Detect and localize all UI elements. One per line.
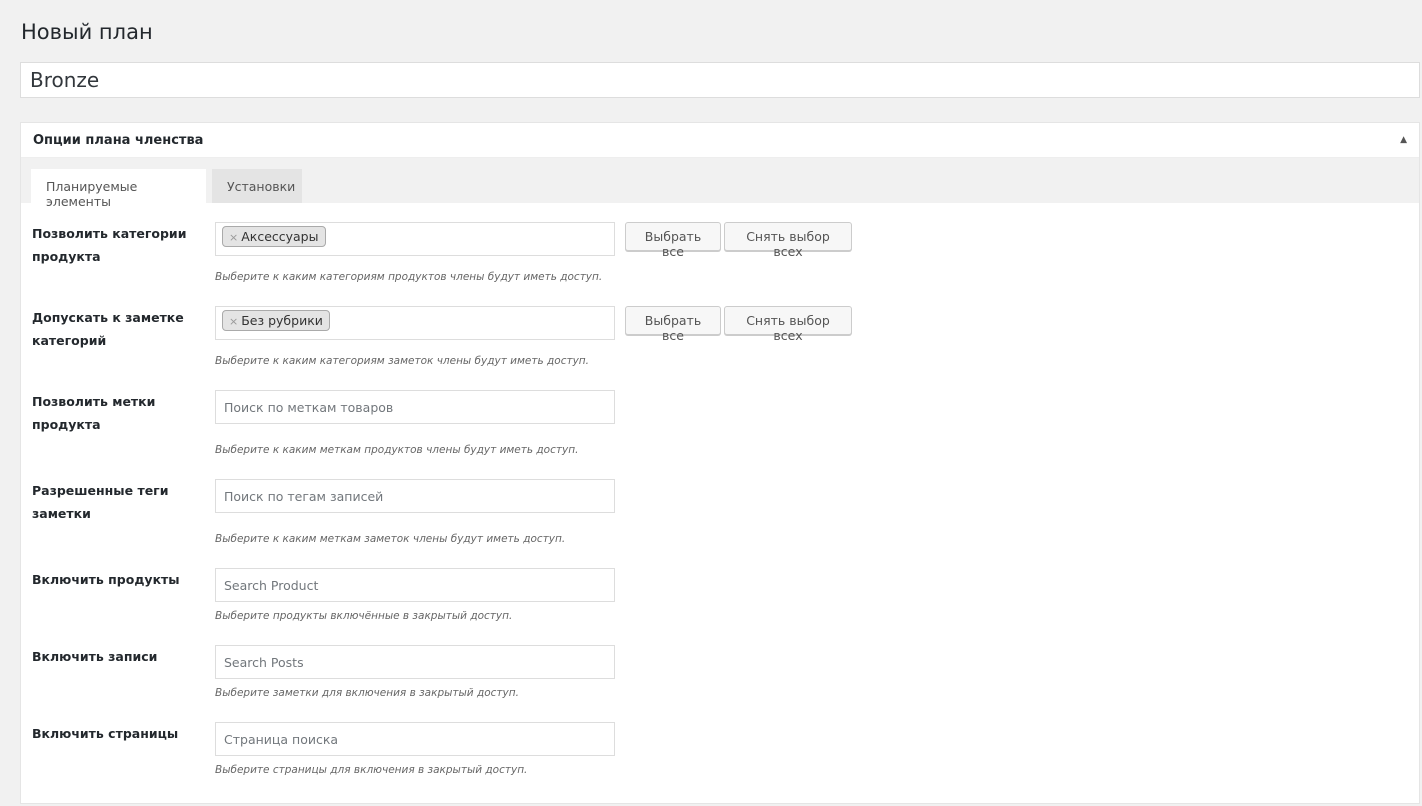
field-description: Выберите к каким категориям продуктов чл…: [215, 271, 603, 283]
field-description: Выберите страницы для включения в закрыт…: [215, 764, 528, 776]
collapse-arrow-icon[interactable]: ▲: [1400, 135, 1407, 145]
tab-planned-items[interactable]: Планируемые элементы: [31, 169, 206, 209]
post-tags-search[interactable]: Поиск по тегам записей: [215, 479, 615, 513]
field-label: Разрешенные теги заметки: [32, 483, 169, 521]
panel-header[interactable]: Опции плана членства ▲: [21, 123, 1419, 158]
chip-label: Без рубрики: [241, 313, 323, 328]
posts-search[interactable]: Search Posts: [215, 645, 615, 679]
pages-search[interactable]: Страница поиска: [215, 722, 615, 756]
field-label: Позволить категории продукта: [32, 226, 187, 264]
select-all-button[interactable]: Выбрать все: [625, 306, 721, 343]
deselect-all-button[interactable]: Снять выбор всех: [724, 306, 852, 343]
page-title: Новый план: [21, 20, 153, 44]
post-categories-select[interactable]: × Без рубрики: [215, 306, 615, 340]
field-description: Выберите продукты включённые в закрытый …: [215, 610, 513, 622]
product-search[interactable]: Search Product: [215, 568, 615, 602]
chip-label: Аксессуары: [241, 229, 319, 244]
field-description: Выберите к каким меткам заметок члены бу…: [215, 533, 566, 545]
field-label: Позволить метки продукта: [32, 394, 156, 432]
field-label: Допускать к заметке категорий: [32, 310, 184, 348]
select-all-button[interactable]: Выбрать все: [625, 222, 721, 259]
field-label: Включить записи: [32, 649, 158, 664]
field-description: Выберите к каким меткам продуктов члены …: [215, 444, 579, 456]
field-description: Выберите заметки для включения в закрыты…: [215, 687, 519, 699]
tab-settings[interactable]: Установки: [212, 169, 302, 203]
product-categories-select[interactable]: × Аксессуары: [215, 222, 615, 256]
tab-bar: Планируемые элементы Установки: [21, 158, 1419, 209]
selected-chip[interactable]: × Аксессуары: [222, 226, 326, 247]
field-description: Выберите к каким категориям заметок член…: [215, 355, 590, 367]
panel-title: Опции плана членства: [33, 133, 204, 148]
remove-icon[interactable]: ×: [229, 315, 238, 328]
selected-chip[interactable]: × Без рубрики: [222, 310, 330, 331]
field-label: Включить продукты: [32, 572, 180, 587]
product-tags-search[interactable]: Поиск по меткам товаров: [215, 390, 615, 424]
remove-icon[interactable]: ×: [229, 231, 238, 244]
plan-name-input[interactable]: [20, 62, 1420, 98]
membership-options-panel: Опции плана членства ▲ Планируемые элеме…: [20, 122, 1420, 804]
deselect-all-button[interactable]: Снять выбор всех: [724, 222, 852, 259]
field-label: Включить страницы: [32, 726, 179, 741]
